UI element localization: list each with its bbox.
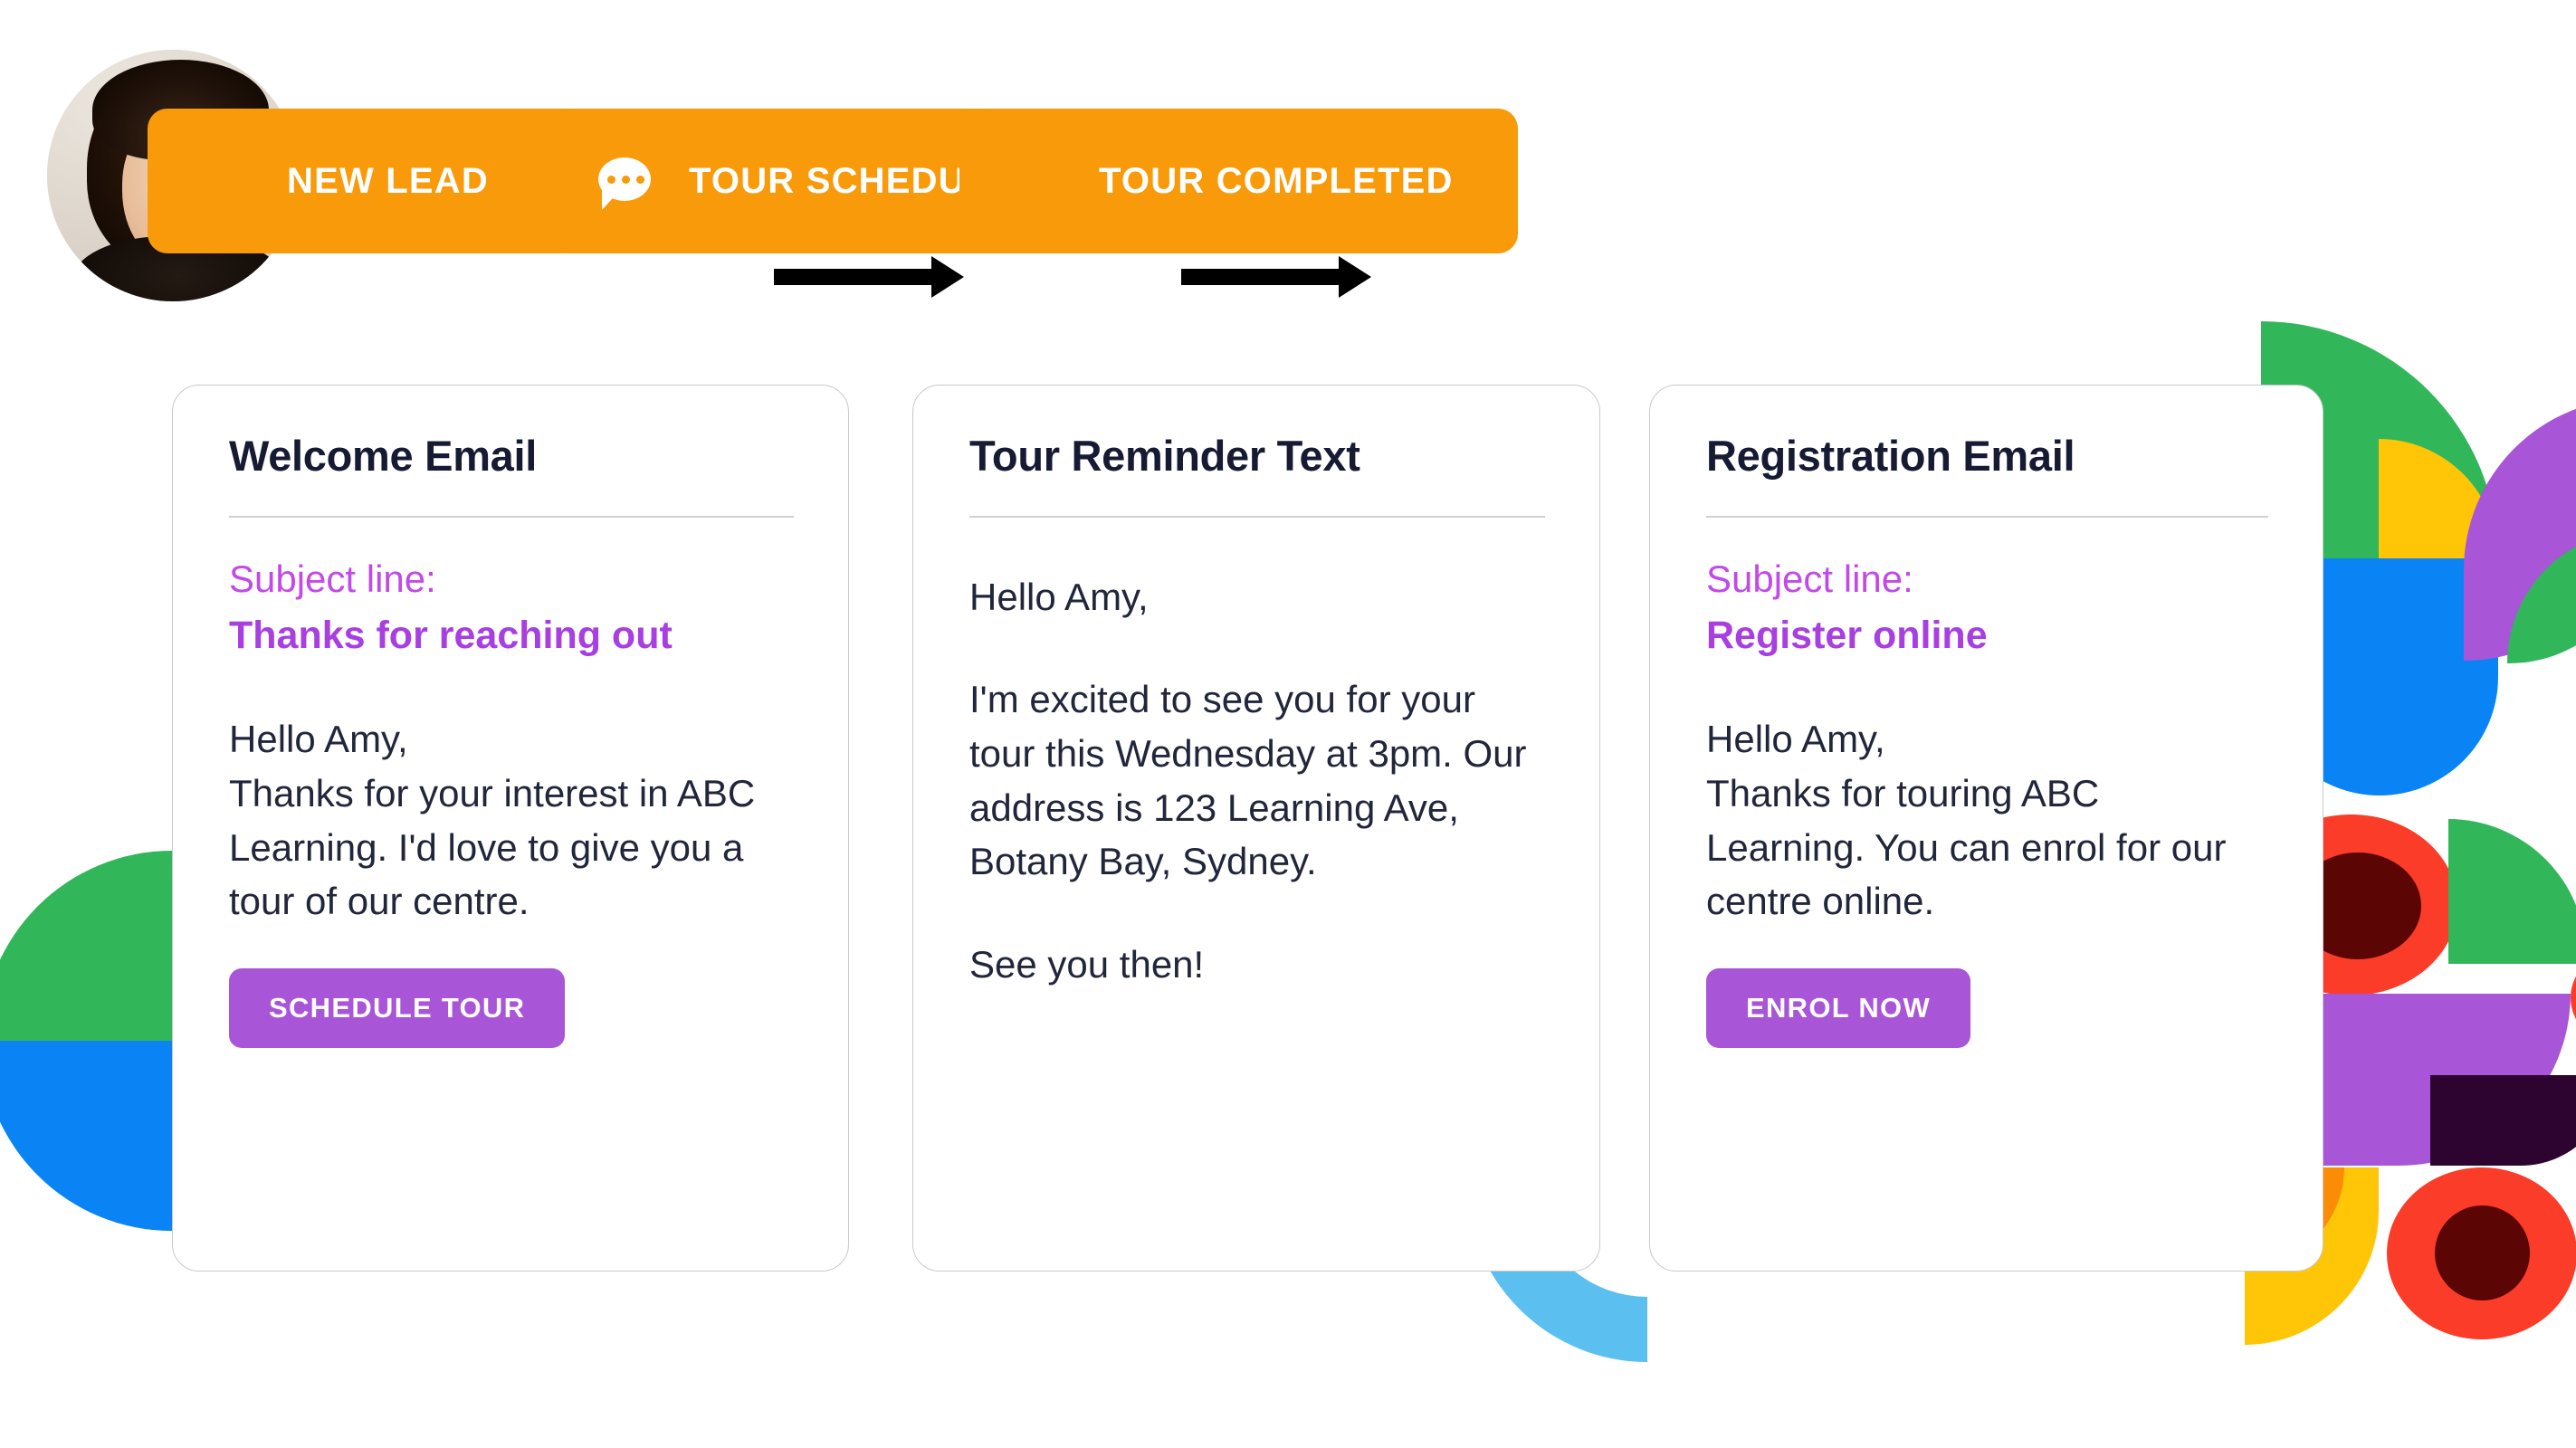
enrol-now-button[interactable]: ENROL NOW [1706,967,1971,1048]
divider [969,515,1545,518]
green-leaf-shape-2 [2448,819,2576,964]
subject-line-label: Subject line: [1706,557,1913,600]
subject-line-value: Register online [1706,613,1988,657]
message-body: I'm excited to see you for your tour thi… [969,678,1527,883]
workflow-canvas: NEW LEAD TOUR SCHEDULED TOUR COMPLETED W… [0,0,2576,1448]
card-title: Registration Email [1706,432,2075,480]
subject-line-value: Thanks for reaching out [229,613,673,657]
divider [1706,515,2268,518]
card-title: Tour Reminder Text [969,432,1360,480]
divider [229,515,794,518]
subject-line-label: Subject line: [229,557,436,600]
message-greeting: Hello Amy, [969,575,1149,618]
dark-purple-leaf-shape [2430,1075,2576,1166]
decoration-bottom-left [0,851,190,1231]
schedule-tour-button[interactable]: SCHEDULE TOUR [229,967,566,1048]
message-card-tour-reminder-text: Tour Reminder Text Hello Amy, I'm excite… [912,385,1600,1272]
red-donut-inner-3 [2435,1205,2530,1300]
arrow-right-icon [774,256,964,298]
stage-badge-tour-completed[interactable]: TOUR COMPLETED [959,109,1518,253]
envelope-icon [193,158,249,204]
message-card-registration-email: Registration Email Subject line: Registe… [1649,385,2323,1272]
envelope-icon [1005,158,1061,204]
message-card-welcome-email: Welcome Email Subject line: Thanks for r… [172,385,849,1272]
blue-half-shape [0,1041,190,1231]
message-body: Hello Amy, Thanks for touring ABC Learni… [1706,718,2227,923]
card-title: Welcome Email [229,432,538,480]
decoration-right-cluster [2245,299,2576,1345]
stage-label: NEW LEAD [287,160,489,201]
stage-label: TOUR COMPLETED [1099,160,1454,201]
message-signoff: See you then! [969,942,1205,986]
chat-bubble-icon [598,157,651,210]
arrow-right-icon [1181,256,1371,298]
message-body: Hello Amy, Thanks for your interest in A… [229,718,756,923]
